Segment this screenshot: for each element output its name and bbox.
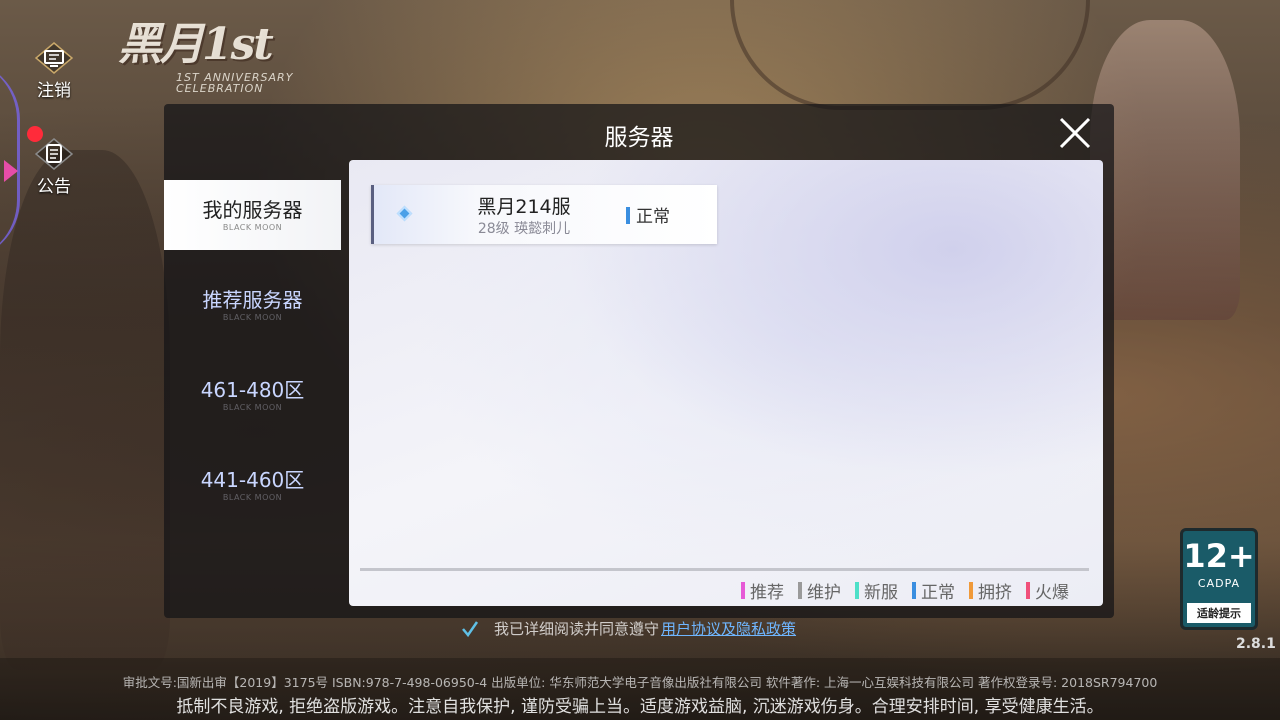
status-legend: 推荐 维护 新服 正常 拥挤 火爆 <box>741 578 1069 603</box>
legend-item-hot: 火爆 <box>1026 578 1069 603</box>
legend-label: 拥挤 <box>978 583 1012 603</box>
tab-sublabel: BLACK MOON <box>222 493 283 502</box>
legend-label: 火爆 <box>1035 583 1069 603</box>
logo-title: 黑月1st <box>118 19 274 70</box>
tab-label: 441-460区 <box>200 468 305 492</box>
logout-label: 注销 <box>37 81 71 101</box>
agreement-row: 我已详细阅读并同意遵守 用户协议及隐私政策 <box>460 618 796 639</box>
publication-info: 审批文号:国新出审【2019】3175号 ISBN:978-7-498-0695… <box>122 675 1158 690</box>
close-button[interactable] <box>1056 114 1094 152</box>
agreement-link[interactable]: 用户协议及隐私政策 <box>661 618 796 639</box>
background-arch <box>730 0 1090 110</box>
server-status: 正常 <box>626 202 670 227</box>
diamond-icon <box>396 205 413 222</box>
background-character-left <box>0 150 170 670</box>
legend-label: 正常 <box>921 583 955 603</box>
legend-item-new: 新服 <box>855 578 898 603</box>
logo-subtitle: 1ST ANNIVERSARY CELEBRATION <box>176 72 293 94</box>
notice-button[interactable]: 公告 <box>18 138 90 197</box>
legend-swatch <box>798 582 802 599</box>
notice-label: 公告 <box>37 177 71 197</box>
tab-label: 我的服务器 <box>202 198 303 222</box>
server-tabs: 我的服务器 BLACK MOON 推荐服务器 BLACK MOON 461-48… <box>164 180 341 540</box>
dialog-title: 服务器 <box>604 125 674 151</box>
legend-label: 维护 <box>807 583 841 603</box>
server-name: 黑月214服 <box>477 196 571 218</box>
age-rating-number: 12+ <box>1183 537 1255 575</box>
logout-button[interactable]: 注销 <box>18 42 90 101</box>
legend-label: 推荐 <box>750 583 784 603</box>
legend-item-recommended: 推荐 <box>741 578 784 603</box>
age-rating-badge: 12+ CADPA 适龄提示 <box>1180 528 1258 630</box>
legend-item-normal: 正常 <box>912 578 955 603</box>
tab-sublabel: BLACK MOON <box>222 313 283 322</box>
legend-item-maintenance: 维护 <box>798 578 841 603</box>
side-arrow-icon <box>4 160 18 182</box>
monitor-icon <box>34 42 74 74</box>
tab-my-servers[interactable]: 我的服务器 BLACK MOON <box>164 180 341 250</box>
legend-divider <box>360 568 1089 571</box>
agreement-text: 我已详细阅读并同意遵守 <box>494 620 660 638</box>
legend-swatch <box>969 582 973 599</box>
server-status-text: 正常 <box>636 207 670 227</box>
health-gaming-notice: 抵制不良游戏, 拒绝盗版游戏。注意自我保护, 谨防受骗上当。适度游戏益脑, 沉迷… <box>176 697 1104 717</box>
game-logo: 黑月1st 1ST ANNIVERSARY CELEBRATION <box>118 6 328 96</box>
document-icon <box>34 138 74 170</box>
checkmark-icon[interactable] <box>460 619 480 639</box>
legend-swatch <box>855 582 859 599</box>
version-label: 2.8.1 <box>1236 636 1276 652</box>
legend-swatch <box>1026 582 1030 599</box>
tab-zone-461-480[interactable]: 461-480区 BLACK MOON <box>164 360 341 430</box>
close-icon <box>1059 117 1091 149</box>
server-dialog: 服务器 我的服务器 BLACK MOON 推荐服务器 BLACK MOON 46… <box>164 104 1114 618</box>
legend-swatch <box>741 582 745 599</box>
tab-recommended-servers[interactable]: 推荐服务器 BLACK MOON <box>164 270 341 340</box>
tab-zone-441-460[interactable]: 441-460区 BLACK MOON <box>164 450 341 520</box>
age-rating-tip: 适龄提示 <box>1187 603 1251 623</box>
tab-sublabel: BLACK MOON <box>222 403 283 412</box>
tab-label: 推荐服务器 <box>202 288 303 312</box>
age-rating-org: CADPA <box>1197 577 1241 590</box>
logo-subtitle-line2: CELEBRATION <box>176 82 264 95</box>
tab-label: 461-480区 <box>200 378 305 402</box>
server-list-panel: 黑月214服 28级 瑛懿刺儿 正常 推荐 维护 新服 正常 拥挤 火爆 <box>349 160 1103 606</box>
legend-item-crowded: 拥挤 <box>969 578 1012 603</box>
legend-swatch <box>912 582 916 599</box>
tab-sublabel: BLACK MOON <box>222 223 283 232</box>
legend-label: 新服 <box>864 583 898 603</box>
server-character-info: 28级 瑛懿刺儿 <box>477 221 571 237</box>
server-card[interactable]: 黑月214服 28级 瑛懿刺儿 正常 <box>371 185 717 244</box>
